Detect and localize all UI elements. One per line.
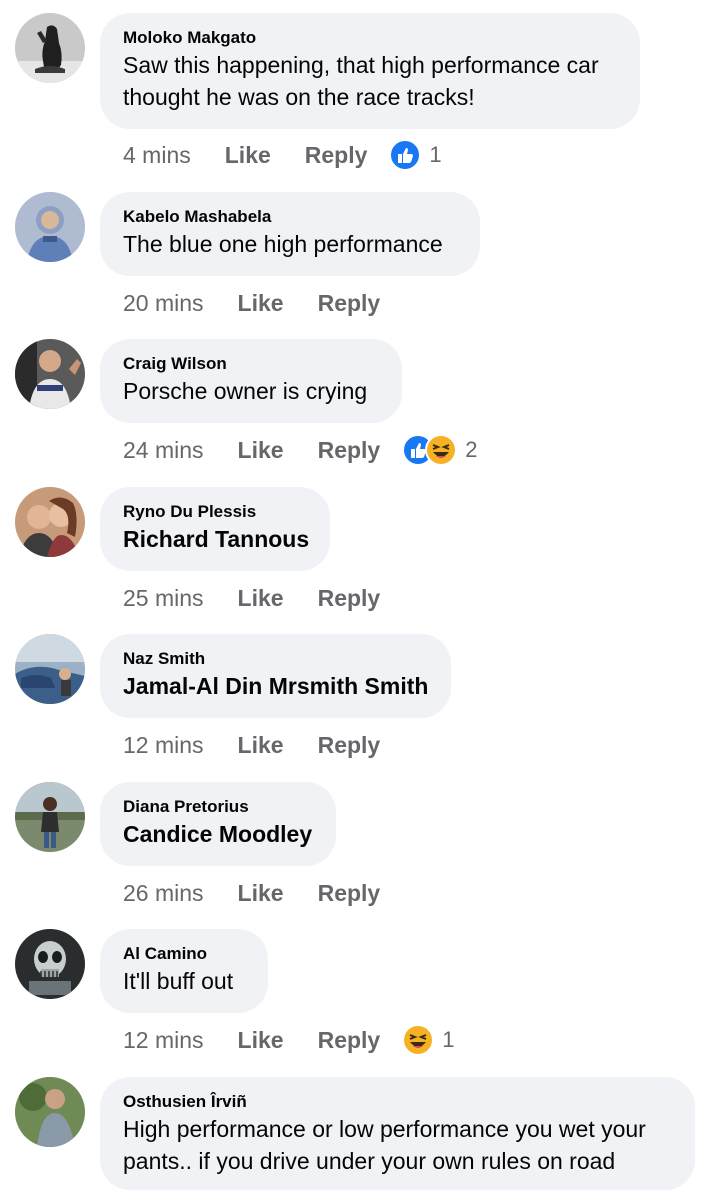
comment-bubble: Al Camino It'll buff out xyxy=(100,929,268,1013)
comment-actions: 12 mins Like Reply 1 xyxy=(123,1024,454,1056)
comment-author[interactable]: Ryno Du Plessis xyxy=(123,501,308,523)
comment-bubble: Diana Pretorius Candice Moodley xyxy=(100,782,336,866)
avatar-image xyxy=(15,13,85,83)
like-button[interactable]: Like xyxy=(238,1027,284,1054)
comment-text-line: Saw this happening, that high performanc… xyxy=(123,52,599,78)
mention-tag[interactable]: Richard Tannous xyxy=(123,523,309,555)
comment-timestamp[interactable]: 12 mins xyxy=(123,1027,204,1054)
avatar[interactable] xyxy=(15,192,85,262)
avatar[interactable] xyxy=(15,339,85,409)
comment-actions: 4 mins Like Reply 1 xyxy=(123,139,442,171)
comment-author[interactable]: Diana Pretorius xyxy=(123,796,314,818)
comment-bubble: Moloko Makgato Saw this happening, that … xyxy=(100,13,640,129)
avatar[interactable] xyxy=(15,929,85,999)
reaction-count[interactable]: 1 xyxy=(442,1027,454,1053)
reply-button[interactable]: Reply xyxy=(318,290,381,317)
reply-button[interactable]: Reply xyxy=(318,880,381,907)
avatar-image xyxy=(15,782,85,852)
like-button[interactable]: Like xyxy=(238,585,284,612)
comment-timestamp[interactable]: 20 mins xyxy=(123,290,204,317)
reaction-summary[interactable] xyxy=(402,434,458,466)
comment-bubble: Ryno Du Plessis Richard Tannous xyxy=(100,487,330,571)
mention-tag[interactable]: Candice Moodley xyxy=(123,818,314,850)
comment-text-line: pants.. if you drive under your own rule… xyxy=(123,1148,616,1174)
avatar-image xyxy=(15,634,85,704)
like-button[interactable]: Like xyxy=(238,290,284,317)
comment-author[interactable]: Moloko Makgato xyxy=(123,27,618,49)
comment-timestamp[interactable]: 24 mins xyxy=(123,437,204,464)
comment-timestamp[interactable]: 4 mins xyxy=(123,142,191,169)
haha-icon xyxy=(425,434,458,466)
comment-actions: 20 mins Like Reply xyxy=(123,288,380,318)
comment-bubble: Craig Wilson Porsche owner is crying xyxy=(100,339,402,423)
haha-icon xyxy=(402,1024,435,1056)
comment-author[interactable]: Kabelo Mashabela xyxy=(123,206,458,228)
reply-button[interactable]: Reply xyxy=(318,732,381,759)
avatar[interactable] xyxy=(15,782,85,852)
mention-tag[interactable]: Jamal-Al Din Mrsmith Smith xyxy=(123,670,429,702)
comment-text-line: The blue one high performance xyxy=(123,231,443,257)
avatar-image xyxy=(15,339,85,409)
comment-timestamp[interactable]: 12 mins xyxy=(123,732,204,759)
comment-bubble: Naz Smith Jamal-Al Din Mrsmith Smith xyxy=(100,634,451,718)
avatar-image xyxy=(15,192,85,262)
comment-text-line: It'll buff out xyxy=(123,968,234,994)
avatar[interactable] xyxy=(15,1077,85,1147)
avatar-image xyxy=(15,929,85,999)
comment-actions: 25 mins Like Reply xyxy=(123,583,380,613)
reply-button[interactable]: Reply xyxy=(318,585,381,612)
reaction-count[interactable]: 1 xyxy=(429,142,441,168)
comment-author[interactable]: Al Camino xyxy=(123,943,246,965)
comment-actions: 12 mins Like Reply xyxy=(123,730,380,760)
reaction-count[interactable]: 2 xyxy=(465,437,477,463)
comment-author[interactable]: Craig Wilson xyxy=(123,353,380,375)
comment-bubble: Kabelo Mashabela The blue one high perfo… xyxy=(100,192,480,276)
avatar[interactable] xyxy=(15,634,85,704)
reaction-summary[interactable] xyxy=(389,139,422,171)
comment-text-line: Porsche owner is crying xyxy=(123,378,368,404)
like-button[interactable]: Like xyxy=(225,142,271,169)
comment-timestamp[interactable]: 25 mins xyxy=(123,585,204,612)
avatar-image xyxy=(15,1077,85,1147)
comment-actions: 24 mins Like Reply 2 xyxy=(123,434,477,466)
reply-button[interactable]: Reply xyxy=(318,437,381,464)
like-icon xyxy=(389,139,422,171)
comment-actions: 26 mins Like Reply xyxy=(123,878,380,908)
like-button[interactable]: Like xyxy=(238,732,284,759)
avatar[interactable] xyxy=(15,487,85,557)
like-button[interactable]: Like xyxy=(238,437,284,464)
reply-button[interactable]: Reply xyxy=(318,1027,381,1054)
comment-author[interactable]: Osthusien Îrviñ xyxy=(123,1091,673,1113)
like-button[interactable]: Like xyxy=(238,880,284,907)
comment-text-line: High performance or low performance you … xyxy=(123,1116,646,1142)
reaction-summary[interactable] xyxy=(402,1024,435,1056)
avatar-image xyxy=(15,487,85,557)
comment-timestamp[interactable]: 26 mins xyxy=(123,880,204,907)
reply-button[interactable]: Reply xyxy=(305,142,368,169)
avatar[interactable] xyxy=(15,13,85,83)
comment-text-line: thought he was on the race tracks! xyxy=(123,84,475,110)
comment-bubble: Osthusien Îrviñ High performance or low … xyxy=(100,1077,695,1190)
comment-author[interactable]: Naz Smith xyxy=(123,648,429,670)
